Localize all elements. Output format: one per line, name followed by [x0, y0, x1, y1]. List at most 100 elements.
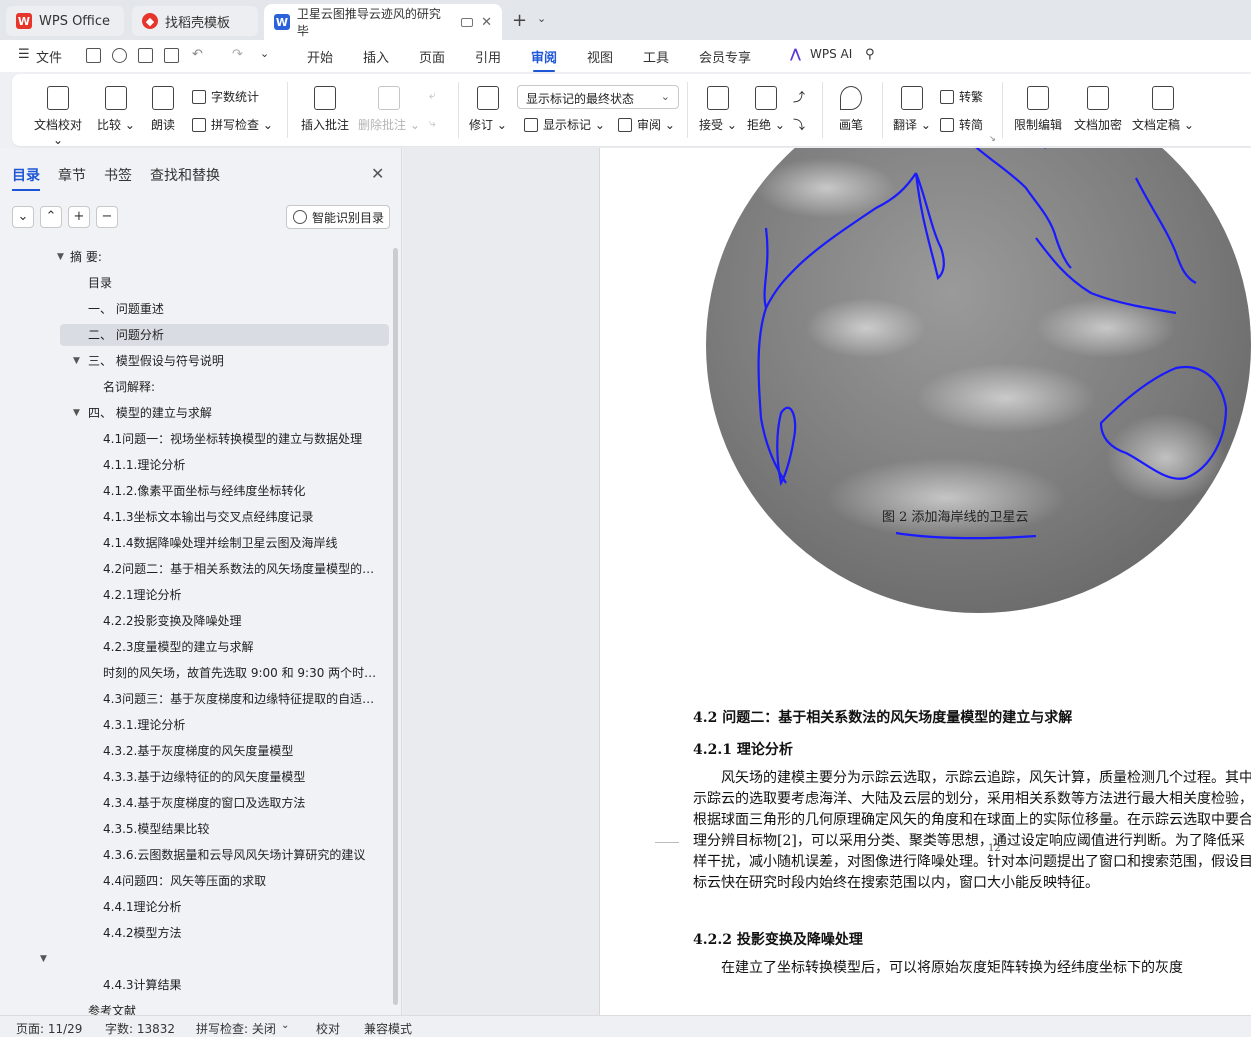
tab-wps-office[interactable]: W WPS Office — [6, 6, 124, 36]
to-simplified-button[interactable]: 转简 — [940, 116, 983, 133]
status-page[interactable]: 页面: 11/29 — [16, 1020, 82, 1037]
cloud-patch — [1106, 413, 1226, 503]
menu-member[interactable]: 会员专享 — [699, 47, 751, 66]
hamburger-icon[interactable]: ☰ — [18, 47, 30, 62]
save-icon[interactable] — [86, 48, 101, 63]
show-markup-icon — [524, 117, 538, 132]
share-icon[interactable] — [112, 48, 127, 63]
print-preview-icon[interactable] — [164, 48, 179, 63]
traditional-icon — [940, 89, 954, 104]
ribbon-separator — [822, 82, 823, 138]
next-comment-icon[interactable]: ⤷ — [429, 116, 436, 131]
spell-check-icon — [192, 117, 206, 132]
close-tab-icon[interactable]: ✕ — [481, 15, 492, 30]
paragraph-projection[interactable]: 在建立了坐标转换模型后，可以将原始灰度矩阵转换为经纬度坐标下的灰度 — [693, 958, 1251, 979]
redo-icon[interactable]: ↷ — [232, 47, 243, 62]
ribbon-review: 文档校对 ⌄ 比较 ⌄ 朗读 字数统计 拼写检查 ⌄ 插入批注 删除批注 ⌄ ⤶… — [12, 74, 1251, 147]
status-spell-check[interactable]: 拼写检查: 关闭 — [196, 1020, 276, 1037]
new-tab-icon[interactable]: + — [512, 10, 527, 31]
track-changes-button[interactable]: 修订 ⌄ — [468, 86, 508, 133]
heading-4-2-1[interactable]: 4.2.1 理论分析 — [693, 739, 793, 759]
east-africa-coast — [757, 307, 787, 484]
tab-current-document[interactable]: W 卫星云图推导云迹风的研究 毕 ✕ — [264, 4, 502, 40]
page-corner-mark — [655, 842, 679, 866]
wps-logo-icon: W — [16, 13, 32, 29]
insert-comment-icon — [314, 86, 336, 110]
ribbon-separator — [882, 82, 883, 138]
doc-encrypt-button[interactable]: 文档加密 — [1072, 86, 1124, 133]
heading-4-2[interactable]: 4.2 问题二：基于相关系数法的风矢场度量模型的建立与求解 — [693, 707, 1072, 727]
menu-reference[interactable]: 引用 — [475, 47, 501, 66]
menu-tools[interactable]: 工具 — [643, 47, 669, 66]
menu-insert[interactable]: 插入 — [363, 47, 389, 66]
prev-comment-icon[interactable]: ⤶ — [429, 88, 436, 103]
accept-icon — [707, 86, 729, 110]
pen-icon — [840, 86, 862, 110]
tab-label: 找稻壳模板 — [165, 15, 231, 31]
to-traditional-button[interactable]: 转繁 — [940, 88, 983, 105]
menu-view[interactable]: 视图 — [587, 47, 613, 66]
translate-button[interactable]: 翻译 ⌄ — [892, 86, 932, 133]
wps-ai-logo-icon: ⋀ — [790, 47, 801, 62]
reject-button[interactable]: 拒绝 ⌄ — [746, 86, 786, 133]
monitor-icon[interactable] — [461, 17, 474, 27]
search-icon[interactable]: ⚲ — [865, 47, 875, 62]
encrypt-doc-icon — [1087, 86, 1109, 110]
undo-icon[interactable]: ↶ — [192, 47, 203, 62]
paragraph-theory[interactable]: 风矢场的建模主要分为示踪云选取，示踪云追踪，风矢计算，质量检测几个过程。其中示踪… — [693, 768, 1251, 913]
menu-start[interactable]: 开始 — [307, 47, 333, 66]
madagascar-coast — [776, 406, 797, 487]
spell-check-button[interactable]: 拼写检查 ⌄ — [192, 116, 273, 133]
tab-docer-templates[interactable]: ◆ 找稻壳模板 — [132, 6, 258, 36]
india-coast — [914, 172, 945, 280]
next-change-icon[interactable]: ⤵ — [793, 116, 805, 133]
delete-comment-button[interactable]: 删除批注 ⌄ — [358, 86, 420, 133]
status-proof[interactable]: 校对 — [316, 1020, 340, 1037]
tab-label: 卫星云图推导云迹风的研究 毕 — [296, 7, 441, 38]
markup-display-select[interactable]: 显示标记的最终状态 ⌄ — [517, 85, 679, 109]
accept-button[interactable]: 接受 ⌄ — [698, 86, 738, 133]
ribbon-separator — [287, 82, 288, 138]
cloud-patch — [826, 458, 1066, 538]
tab-label: WPS Office — [39, 13, 111, 29]
doc-check-icon — [47, 86, 69, 110]
ribbon-separator — [458, 82, 459, 138]
status-word-count[interactable]: 字数: 13832 — [105, 1020, 175, 1037]
print-icon[interactable] — [138, 48, 153, 63]
doc-finalize-button[interactable]: 文档定稿 ⌄ — [1132, 86, 1194, 133]
insert-comment-button[interactable]: 插入批注 — [298, 86, 352, 133]
restrict-edit-button[interactable]: 限制编辑 — [1012, 86, 1064, 133]
chevron-down-icon[interactable]: ⌄ — [537, 12, 546, 25]
word-count-button[interactable]: 字数统计 — [192, 88, 259, 105]
cloud-patch — [916, 363, 1096, 433]
read-aloud-button[interactable]: 朗读 — [146, 86, 180, 133]
se-asia-coast — [975, 148, 1072, 269]
prev-change-icon[interactable]: ⤴ — [793, 88, 805, 105]
philippines-coast — [1135, 177, 1197, 284]
finalize-doc-icon — [1152, 86, 1174, 110]
heading-4-2-2[interactable]: 4.2.2 投影变换及降噪处理 — [693, 929, 863, 949]
chevron-down-icon: ⌄ — [660, 90, 670, 103]
cloud-patch — [806, 298, 926, 358]
expand-corner-icon[interactable]: ↘ — [989, 134, 996, 143]
more-chevron-icon[interactable]: ⌄ — [260, 47, 269, 60]
translate-icon — [901, 86, 923, 110]
status-compat-mode: 兼容模式 — [364, 1022, 413, 1036]
menu-page[interactable]: 页面 — [419, 47, 445, 66]
lock-doc-icon — [1027, 86, 1049, 110]
compare-icon — [105, 86, 127, 110]
docer-icon: ◆ — [142, 13, 158, 29]
figure-caption: 图 2 添加海岸线的卫星云 — [882, 510, 1029, 525]
review-pane-button[interactable]: 审阅 ⌄ — [618, 116, 675, 133]
menu-review[interactable]: 审阅 — [531, 47, 557, 72]
show-markup-button[interactable]: 显示标记 ⌄ — [524, 116, 605, 133]
compare-button[interactable]: 比较 ⌄ — [96, 86, 136, 133]
menu-wps-ai[interactable]: WPS AI — [810, 47, 852, 61]
track-changes-icon — [477, 86, 499, 110]
menu-file[interactable]: 文件 — [36, 47, 62, 66]
review-pane-icon — [618, 117, 632, 132]
delete-comment-icon — [378, 86, 400, 110]
chevron-down-icon[interactable]: ⌄ — [281, 1020, 289, 1031]
pen-button[interactable]: 画笔 — [834, 86, 868, 133]
doc-check-button[interactable]: 文档校对 ⌄ — [28, 86, 88, 147]
